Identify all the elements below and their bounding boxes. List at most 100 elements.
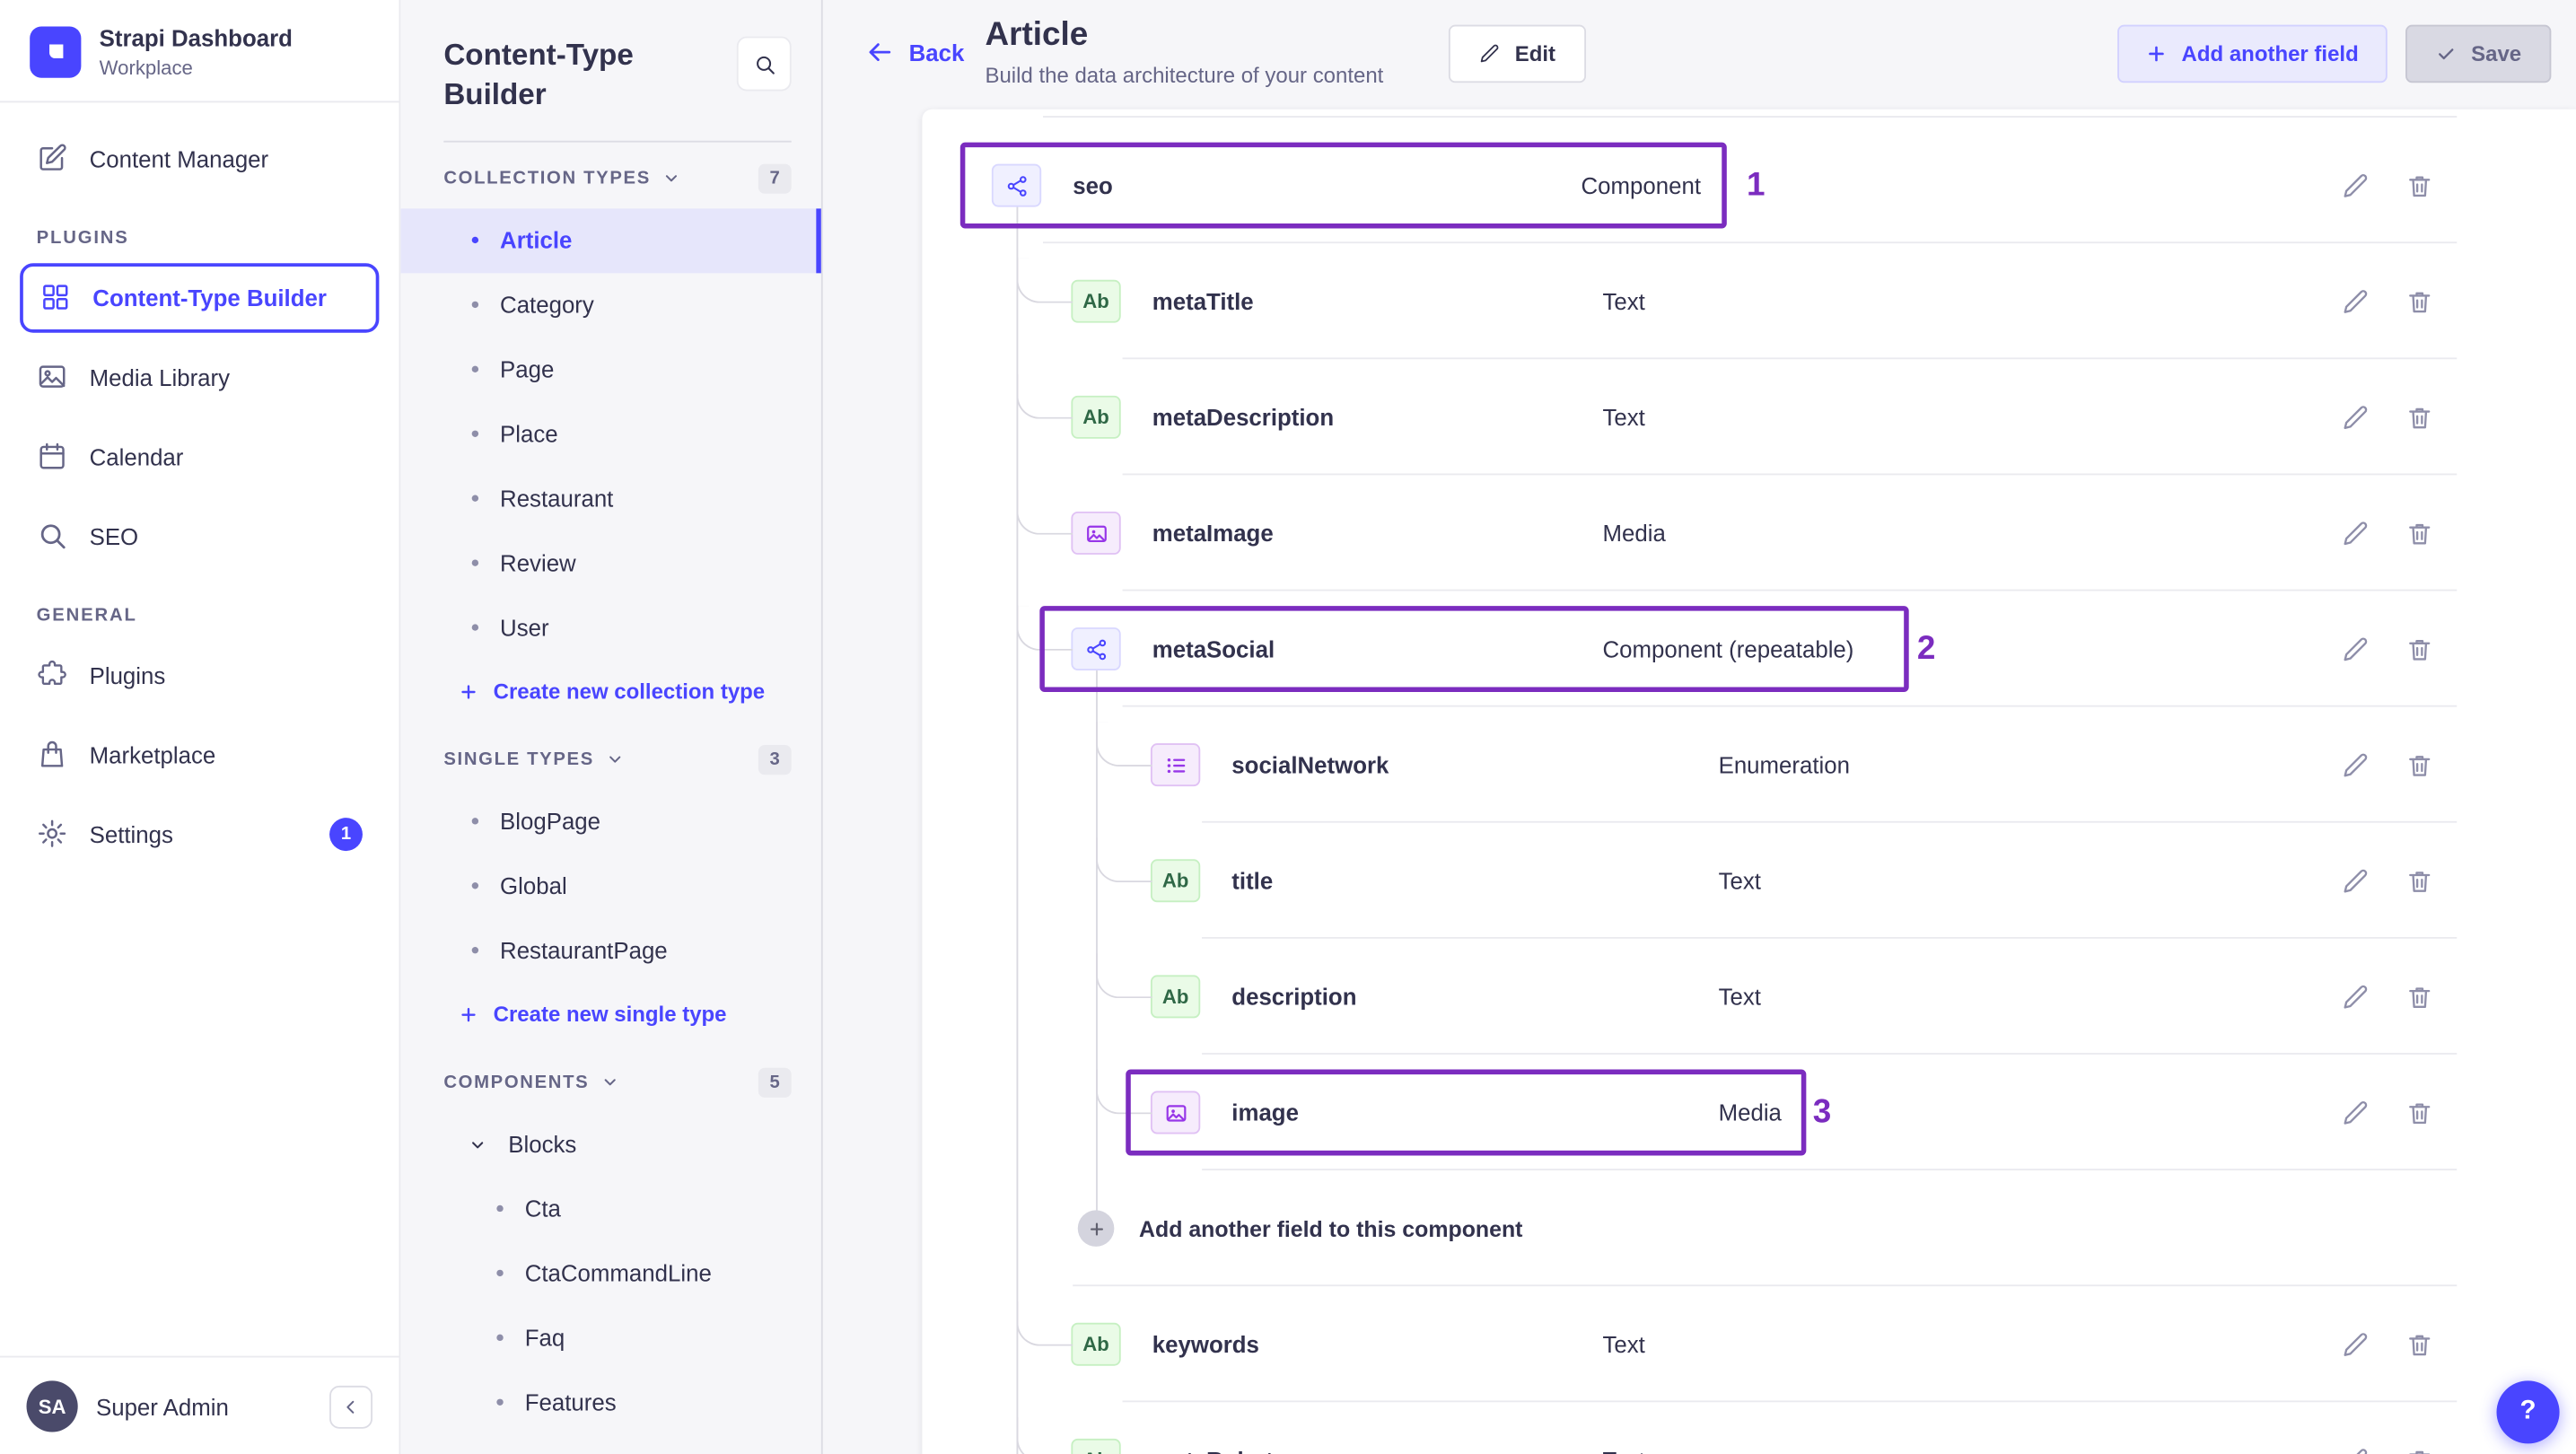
field-row-keywords[interactable]: Ab keywords Text [922, 1286, 2576, 1403]
collection-type-user[interactable]: User [400, 595, 821, 660]
trash-icon [2405, 867, 2433, 895]
nav-section-plugins: PLUGINS [36, 228, 129, 249]
edit-field-button[interactable] [2341, 171, 2369, 199]
delete-field-button[interactable] [2405, 1446, 2433, 1454]
sidebar-item-content-manager[interactable]: Content Manager [20, 124, 379, 193]
single-types-header[interactable]: SINGLE TYPES 3 [443, 744, 792, 775]
chevron-down-icon [600, 1073, 618, 1090]
sidebar-item-plugins[interactable]: Plugins [20, 640, 379, 709]
sidebar-item-calendar[interactable]: Calendar [20, 422, 379, 491]
field-row-description[interactable]: Ab description Text [922, 939, 2576, 1055]
field-row-metasocial[interactable]: metaSocial Component (repeatable) [922, 591, 2576, 707]
add-another-field-button[interactable]: Add another field [2116, 24, 2388, 83]
sidebar-item-label: Content Manager [89, 145, 269, 172]
edit-field-button[interactable] [2341, 867, 2369, 895]
pencil-icon [2341, 287, 2369, 315]
delete-field-button[interactable] [2405, 1330, 2433, 1358]
edit-button[interactable]: Edit [1448, 24, 1586, 83]
edit-field-button[interactable] [2341, 1099, 2369, 1126]
field-name: socialNetwork [1231, 751, 1389, 778]
collection-type-restaurant[interactable]: Restaurant [400, 466, 821, 530]
annotation-number-2: 2 [1916, 630, 1936, 668]
media-field-icon [1071, 511, 1121, 555]
collection-type-place[interactable]: Place [400, 401, 821, 466]
field-row-metadescription[interactable]: Ab metaDescription Text [922, 359, 2576, 476]
delete-field-button[interactable] [2405, 635, 2433, 662]
create-single-type-link[interactable]: Create new single type [443, 983, 791, 1046]
field-type: Component (repeatable) [1602, 635, 1854, 662]
collapse-sidebar-button[interactable] [329, 1384, 373, 1428]
edit-field-button[interactable] [2341, 1330, 2369, 1358]
component-item-cta[interactable]: Cta [400, 1177, 821, 1241]
sidebar-item-seo[interactable]: SEO [20, 502, 379, 571]
edit-field-button[interactable] [2341, 983, 2369, 1011]
text-field-icon: Ab [1071, 279, 1121, 323]
component-field-icon [1071, 627, 1121, 671]
single-type-label: Global [500, 872, 567, 899]
check-icon [2435, 43, 2457, 65]
delete-field-button[interactable] [2405, 1099, 2433, 1126]
delete-field-button[interactable] [2405, 750, 2433, 778]
trash-icon [2405, 635, 2433, 662]
save-button[interactable]: Save [2405, 24, 2552, 83]
sidebar-item-marketplace[interactable]: Marketplace [20, 720, 379, 789]
components-header[interactable]: COMPONENTS 5 [443, 1066, 792, 1097]
single-type-blogpage[interactable]: BlogPage [400, 789, 821, 854]
create-link-label: Create new single type [493, 1001, 727, 1027]
calendar-icon [37, 441, 68, 472]
back-link[interactable]: Back [866, 38, 964, 66]
field-row-metaimage[interactable]: metaImage Media [922, 475, 2576, 591]
pencil-icon [2341, 519, 2369, 547]
sidebar-item-label: Marketplace [89, 740, 216, 768]
component-item-features[interactable]: Features [400, 1370, 821, 1434]
delete-field-button[interactable] [2405, 867, 2433, 895]
pencil-icon [2341, 171, 2369, 199]
main-sidebar: Strapi Dashboard Workplace Content Manag… [0, 0, 401, 1454]
add-field-to-component-row[interactable]: Add another field to this component [922, 1170, 2576, 1287]
edit-field-button[interactable] [2341, 287, 2369, 315]
field-row-metarobots[interactable]: Ab metaRobots Text [922, 1402, 2576, 1454]
delete-field-button[interactable] [2405, 287, 2433, 315]
edit-field-button[interactable] [2341, 635, 2369, 662]
field-row-socialnetwork[interactable]: socialNetwork Enumeration [922, 707, 2576, 823]
collection-types-header[interactable]: COLLECTION TYPES 7 [443, 162, 792, 193]
add-field-to-component-button[interactable] [1077, 1210, 1115, 1247]
row-actions [2341, 983, 2433, 1011]
search-content-types-button[interactable] [736, 36, 792, 92]
edit-field-button[interactable] [2341, 519, 2369, 547]
collection-type-review[interactable]: Review [400, 530, 821, 595]
delete-field-button[interactable] [2405, 403, 2433, 431]
sidebar-item-content-type-builder[interactable]: Content-Type Builder [20, 262, 380, 333]
sidebar-item-media-library[interactable]: Media Library [20, 342, 379, 411]
field-name: metaDescription [1152, 404, 1335, 431]
component-item-label: Features [524, 1388, 617, 1416]
component-item-ctacommandline[interactable]: CtaCommandLine [400, 1240, 821, 1305]
app-window: Strapi Dashboard Workplace Content Manag… [0, 0, 2576, 1454]
single-type-restaurantpage[interactable]: RestaurantPage [400, 918, 821, 983]
delete-field-button[interactable] [2405, 171, 2433, 199]
field-row-image[interactable]: image Media [922, 1055, 2576, 1171]
component-item-faq[interactable]: Faq [400, 1305, 821, 1370]
chevron-down-icon [606, 750, 624, 768]
create-collection-type-link[interactable]: Create new collection type [443, 660, 791, 723]
field-row-title[interactable]: Ab title Text [922, 823, 2576, 939]
delete-field-button[interactable] [2405, 519, 2433, 547]
field-row-metatitle[interactable]: Ab metaTitle Text [922, 243, 2576, 360]
collection-type-category[interactable]: Category [400, 272, 821, 337]
bullet-icon [496, 1398, 504, 1406]
create-link-label: Create new collection type [493, 679, 766, 704]
row-actions [2341, 867, 2433, 895]
field-type: Text [1602, 404, 1645, 431]
component-category-blocks[interactable]: Blocks [400, 1112, 821, 1177]
edit-field-button[interactable] [2341, 1446, 2369, 1454]
fields-panel: seo Component Ab metaTitle Text Ab metaD… [922, 109, 2576, 1454]
sidebar-item-settings[interactable]: Settings 1 [20, 800, 379, 869]
edit-field-button[interactable] [2341, 403, 2369, 431]
field-name: image [1231, 1099, 1299, 1126]
edit-field-button[interactable] [2341, 750, 2369, 778]
collection-type-article[interactable]: Article [400, 207, 821, 273]
delete-field-button[interactable] [2405, 983, 2433, 1011]
collection-type-page[interactable]: Page [400, 337, 821, 401]
help-button[interactable]: ? [2496, 1380, 2560, 1444]
single-type-global[interactable]: Global [400, 854, 821, 918]
